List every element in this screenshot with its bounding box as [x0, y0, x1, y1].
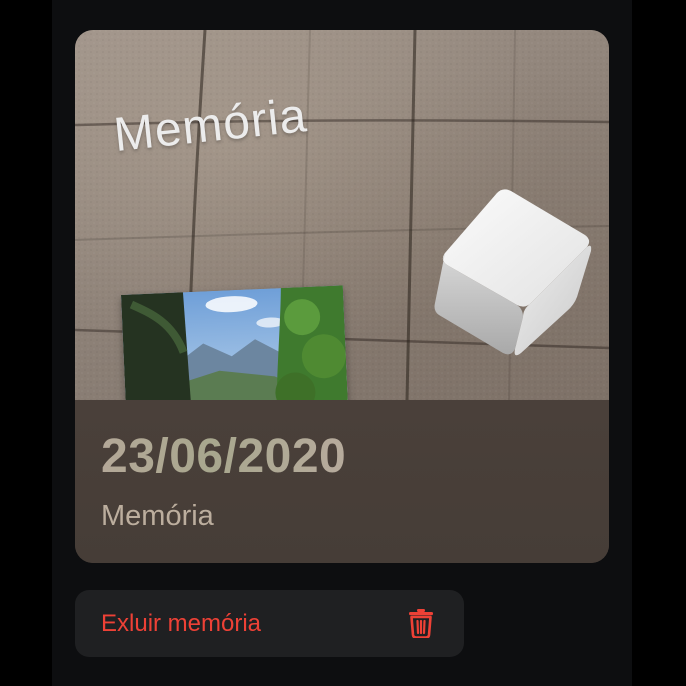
memory-photo: [121, 285, 349, 400]
memory-title: Memória: [101, 500, 214, 532]
memory-date: 23/06/2020: [101, 430, 347, 483]
left-margin: [0, 0, 52, 686]
delete-memory-label: Exluir memória: [101, 610, 262, 637]
memory-info-panel: 23/06/2020 Memória: [75, 400, 609, 563]
delete-memory-button[interactable]: Exluir memória: [75, 590, 464, 657]
cube-3d-object: [434, 189, 592, 356]
right-margin: [632, 0, 686, 686]
memory-card[interactable]: Memória 23/06/2020 Memória: [75, 30, 609, 563]
trash-icon: [409, 609, 433, 638]
ar-scene-preview: Memória: [75, 30, 609, 400]
